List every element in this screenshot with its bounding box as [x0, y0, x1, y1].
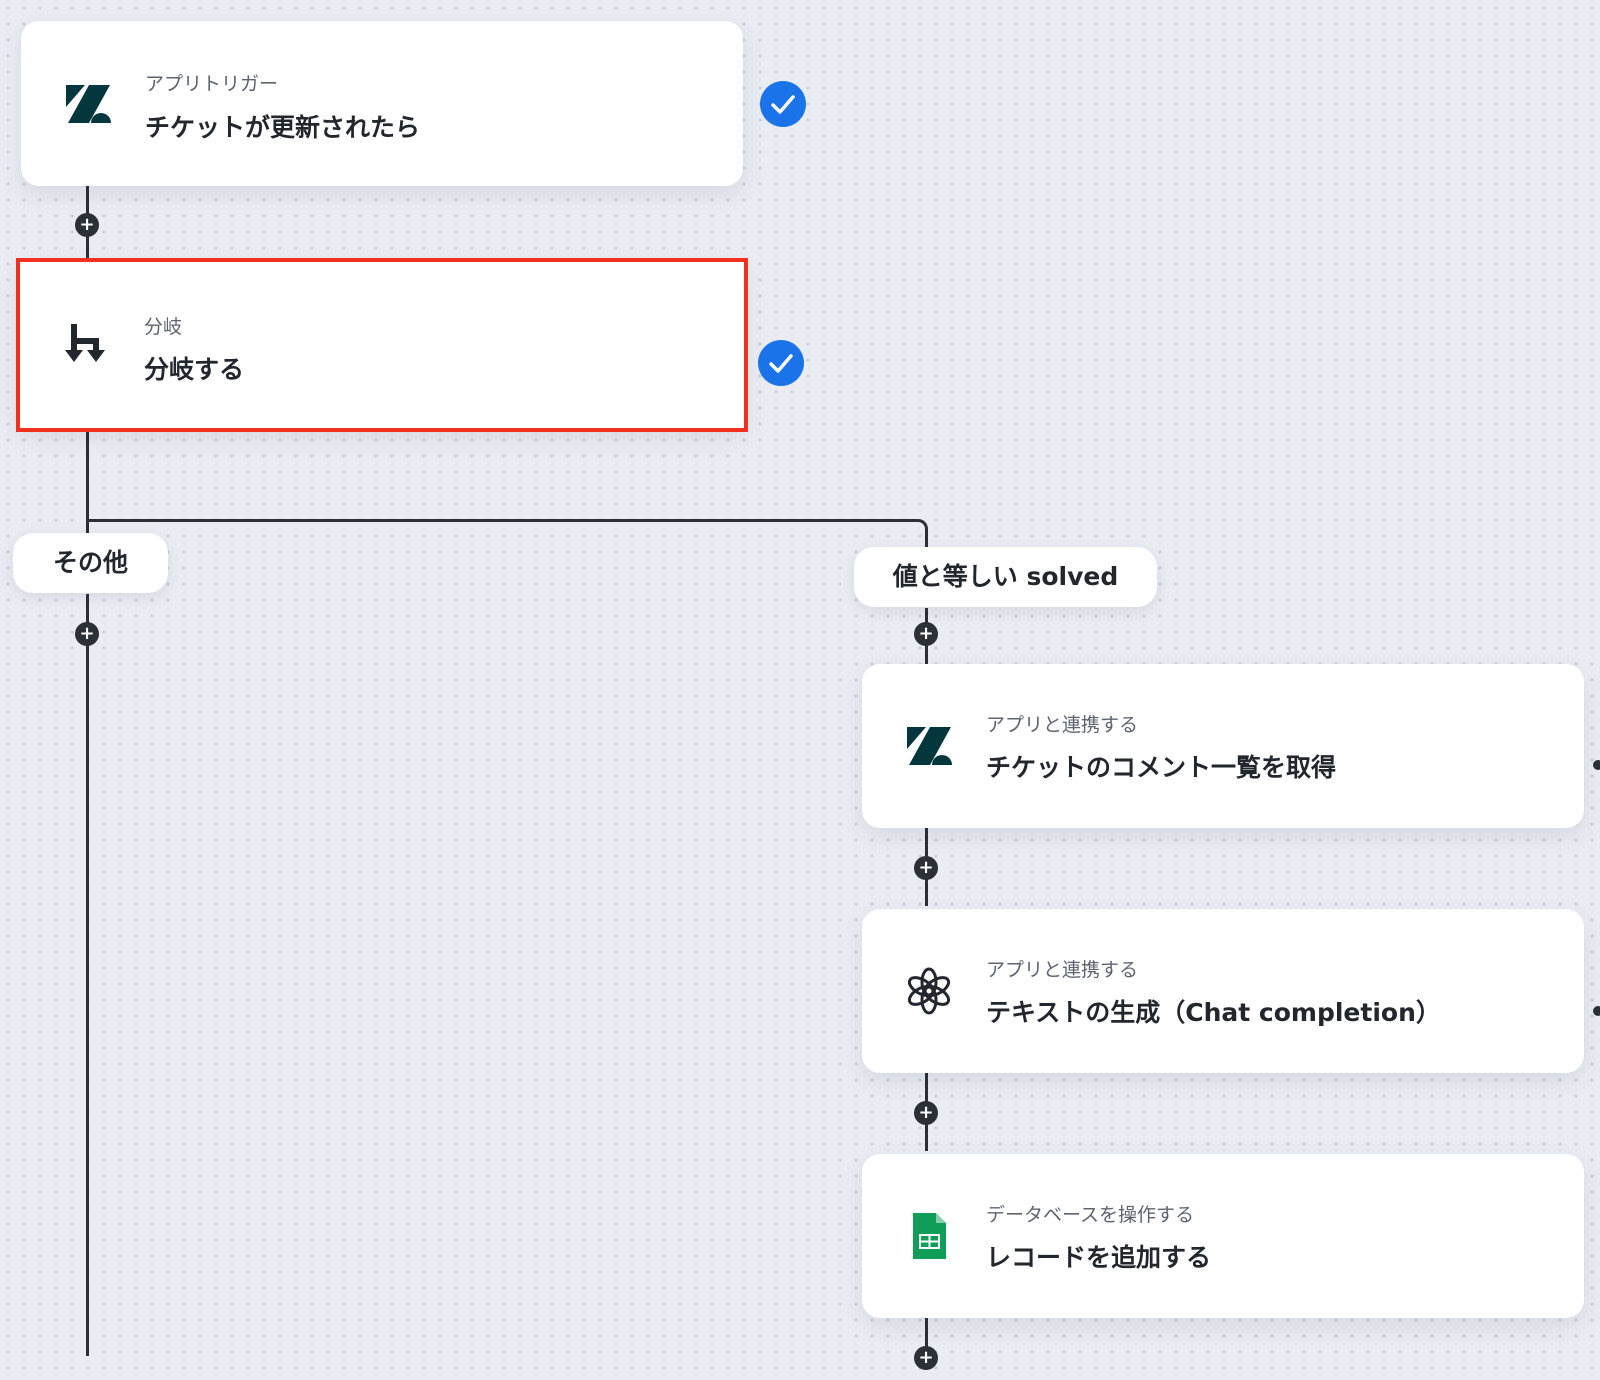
- branch-label-condition[interactable]: 値と等しい solved: [854, 547, 1157, 607]
- add-step-button[interactable]: +: [75, 622, 99, 646]
- connector-line: [86, 519, 916, 522]
- add-step-button[interactable]: +: [914, 622, 938, 646]
- branch-label-other[interactable]: その他: [13, 533, 168, 593]
- add-step-button[interactable]: +: [914, 1346, 938, 1370]
- zendesk-icon: [63, 79, 113, 129]
- branch-icon: [62, 320, 112, 370]
- step-card-text-generation[interactable]: アプリと連携する テキストの生成（Chat completion）: [862, 909, 1584, 1073]
- zendesk-icon: [904, 721, 954, 771]
- card-edge-handle: [1593, 1006, 1600, 1016]
- add-step-button[interactable]: +: [75, 213, 99, 237]
- trigger-subtitle: アプリトリガー: [145, 73, 279, 95]
- step-title: テキストの生成（Chat completion）: [986, 998, 1441, 1027]
- step-card-add-record[interactable]: データベースを操作する レコードを追加する: [862, 1154, 1584, 1318]
- step-subtitle: データベースを操作する: [986, 1204, 1195, 1226]
- trigger-title: チケットが更新されたら: [145, 113, 421, 142]
- step-subtitle: アプリと連携する: [986, 714, 1139, 736]
- connector-line: [86, 594, 89, 1356]
- step-subtitle: アプリと連携する: [986, 959, 1139, 981]
- step-card-get-comments[interactable]: アプリと連携する チケットのコメント一覧を取得: [862, 664, 1584, 828]
- branch-title: 分岐する: [144, 355, 245, 384]
- card-edge-handle: [1593, 760, 1600, 770]
- openai-icon: [904, 966, 954, 1016]
- step-title: チケットのコメント一覧を取得: [986, 753, 1337, 782]
- branch-check-icon: [758, 340, 804, 386]
- add-step-button[interactable]: +: [914, 856, 938, 880]
- flow-canvas: + + + + + + アプリトリガー チケットが更新されたら 分岐 分岐する …: [0, 0, 1600, 1380]
- step-title: レコードを追加する: [986, 1243, 1212, 1272]
- trigger-check-icon: [760, 81, 806, 127]
- branch-subtitle: 分岐: [144, 316, 183, 338]
- google-sheets-icon: [904, 1211, 954, 1261]
- trigger-card[interactable]: アプリトリガー チケットが更新されたら: [21, 21, 743, 186]
- branch-card[interactable]: 分岐 分岐する: [20, 262, 744, 428]
- add-step-button[interactable]: +: [914, 1101, 938, 1125]
